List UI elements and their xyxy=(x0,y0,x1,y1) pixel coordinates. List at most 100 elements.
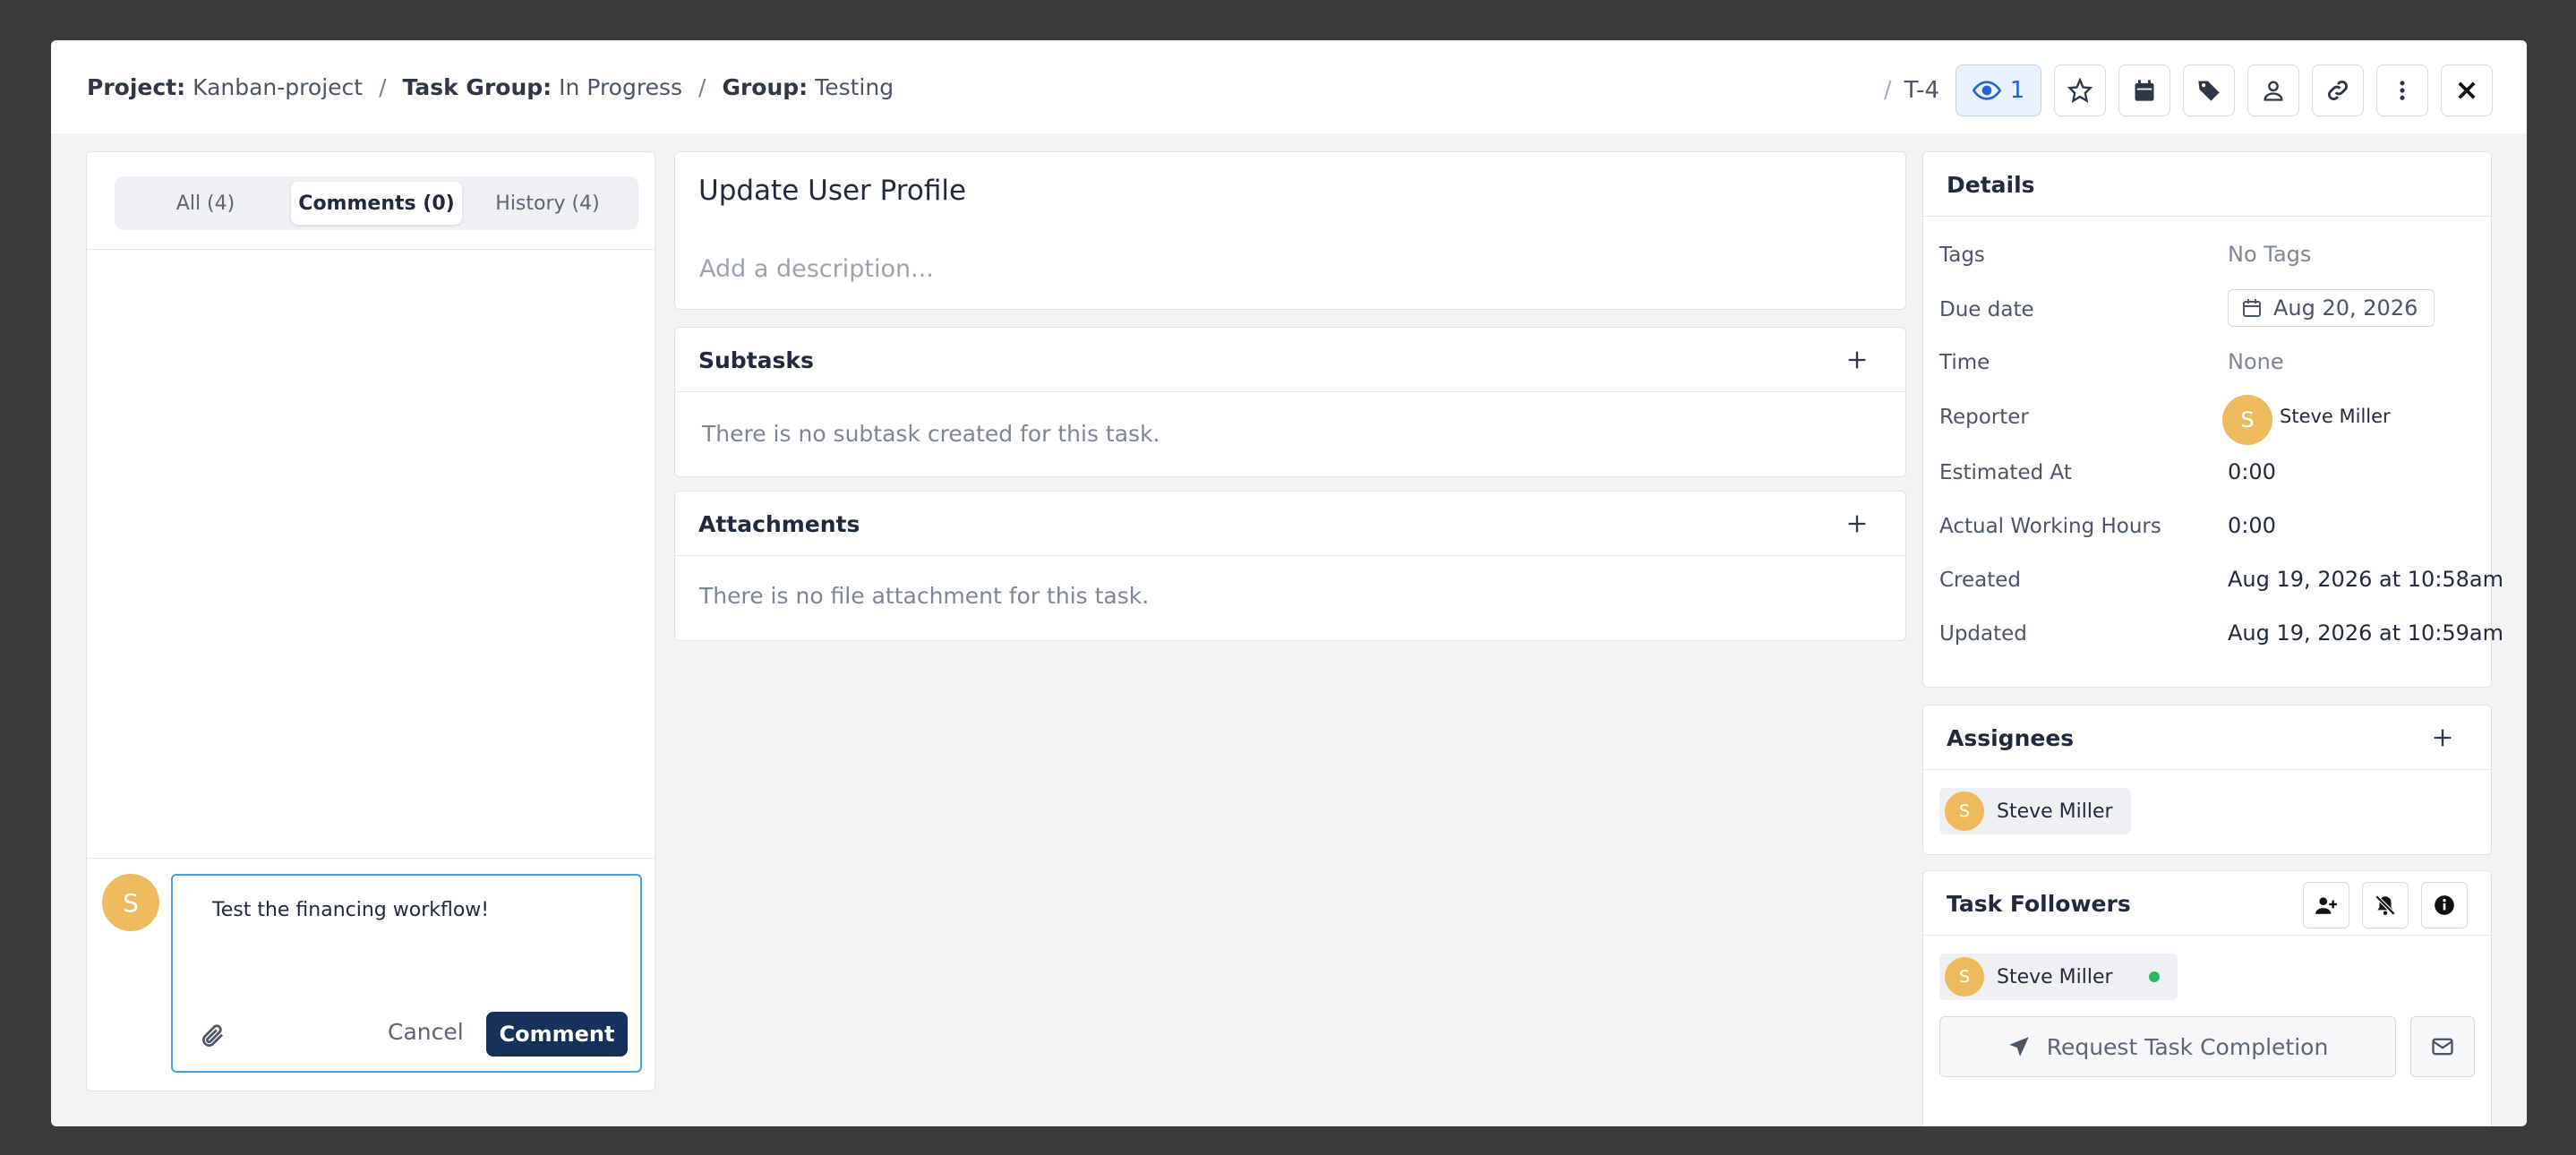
assignee-chip[interactable]: S Steve Miller xyxy=(1939,788,2131,834)
attachments-card: Attachments There is no file attachment … xyxy=(674,491,1906,641)
mute-notifications-button[interactable] xyxy=(2362,882,2409,928)
comment-text[interactable]: Test the financing workflow! xyxy=(212,899,489,921)
copy-link-button[interactable] xyxy=(2312,64,2364,116)
details-title: Details xyxy=(1947,172,2035,198)
comment-input[interactable]: Test the financing workflow! Cancel Comm… xyxy=(171,874,642,1073)
comment-button[interactable]: Comment xyxy=(486,1012,628,1057)
assignee-name: Steve Miller xyxy=(1997,800,2113,823)
modal-header: Project: Kanban-project / Task Group: In… xyxy=(51,40,2527,133)
detail-row-tags: Tags No Tags xyxy=(1939,238,2477,274)
created-label: Created xyxy=(1939,569,2022,592)
actual-hours-value[interactable]: 0:00 xyxy=(2228,513,2276,538)
followers-info-button[interactable] xyxy=(2421,882,2468,928)
group-label: Group: xyxy=(722,74,809,100)
actual-hours-label: Actual Working Hours xyxy=(1939,515,2161,538)
close-modal-button[interactable] xyxy=(2441,64,2493,116)
project-link[interactable]: Kanban-project xyxy=(193,74,363,100)
followers-title: Task Followers xyxy=(1947,891,2131,917)
task-group-label: Task Group: xyxy=(402,74,552,100)
assignees-title: Assignees xyxy=(1947,725,2075,751)
info-icon xyxy=(2435,895,2454,915)
task-group-link[interactable]: In Progress xyxy=(559,74,682,100)
watch-count: 1 xyxy=(2009,77,2025,104)
avatar: S xyxy=(102,874,159,931)
due-date-button[interactable] xyxy=(2118,64,2170,116)
task-title-card: Update User Profile Add a description... xyxy=(674,151,1906,310)
followers-header: Task Followers xyxy=(1923,871,2491,936)
cancel-button[interactable]: Cancel xyxy=(388,1019,464,1045)
detail-row-due-date: Due date Aug 20, 2026 xyxy=(1939,289,2477,329)
due-date-label: Due date xyxy=(1939,298,2034,321)
calendar-icon xyxy=(2243,299,2261,317)
activity-panel: All (4) Comments (0) History (4) S Test … xyxy=(86,151,655,1091)
more-vertical-icon xyxy=(2400,81,2405,100)
user-plus-icon xyxy=(2315,897,2337,914)
subtasks-empty-message: There is no subtask created for this tas… xyxy=(702,421,1160,447)
details-card: Details Tags No Tags Due date Aug 20, 20… xyxy=(1922,151,2503,688)
more-options-button[interactable] xyxy=(2376,64,2428,116)
detail-row-estimated: Estimated At 0:00 xyxy=(1939,456,2477,492)
header-actions: / T-4 1 xyxy=(1884,64,2493,116)
time-value[interactable]: None xyxy=(2228,349,2284,374)
task-title[interactable]: Update User Profile xyxy=(698,175,966,207)
breadcrumb-separator: / xyxy=(698,74,706,100)
online-status-indicator xyxy=(2148,971,2160,982)
due-date-picker[interactable]: Aug 20, 2026 xyxy=(2228,289,2435,327)
plus-icon[interactable] xyxy=(1844,511,1870,536)
attachments-header: Attachments xyxy=(675,492,1905,556)
plus-icon[interactable] xyxy=(2430,725,2455,750)
tag-icon xyxy=(2198,81,2220,101)
divider xyxy=(87,858,655,859)
subtasks-title: Subtasks xyxy=(698,347,814,373)
request-task-completion-label: Request Task Completion xyxy=(2046,1033,2329,1060)
divider xyxy=(87,249,655,250)
time-label: Time xyxy=(1939,351,1990,374)
avatar: S xyxy=(1945,791,1984,831)
tags-value[interactable]: No Tags xyxy=(2228,242,2311,267)
close-icon xyxy=(2458,81,2476,99)
link-icon xyxy=(2328,81,2348,100)
description-input[interactable]: Add a description... xyxy=(699,255,934,283)
created-value: Aug 19, 2026 at 10:58am xyxy=(2228,567,2503,592)
add-follower-button[interactable] xyxy=(2303,882,2349,928)
reporter-label: Reporter xyxy=(1939,406,2029,429)
followers-actions xyxy=(2303,882,2468,928)
project-label: Project: xyxy=(87,74,186,100)
task-followers-card: Task Followers S Steve Miller Request Ta… xyxy=(1922,870,2492,1126)
breadcrumb-separator: / xyxy=(379,74,387,100)
tab-all[interactable]: All (4) xyxy=(120,182,291,225)
attachments-title: Attachments xyxy=(698,511,860,537)
detail-row-updated: Updated Aug 19, 2026 at 10:59am xyxy=(1939,617,2503,653)
tab-history[interactable]: History (4) xyxy=(462,182,633,225)
due-date-value: Aug 20, 2026 xyxy=(2273,295,2418,321)
task-modal: Project: Kanban-project / Task Group: In… xyxy=(51,40,2527,1126)
bell-off-icon xyxy=(2375,894,2396,916)
updated-label: Updated xyxy=(1939,622,2027,646)
follower-chip[interactable]: S Steve Miller xyxy=(1939,954,2178,1000)
tab-comments[interactable]: Comments (0) xyxy=(291,182,462,225)
assign-user-button[interactable] xyxy=(2247,64,2299,116)
estimated-value[interactable]: 0:00 xyxy=(2228,459,2276,484)
request-task-completion-button[interactable]: Request Task Completion xyxy=(1939,1016,2396,1077)
detail-row-actual-hours: Actual Working Hours 0:00 xyxy=(1939,509,2477,545)
user-icon xyxy=(2264,81,2283,101)
detail-row-reporter: Reporter S Steve Miller xyxy=(1939,395,2477,445)
task-id: / T-4 xyxy=(1883,77,1939,104)
paperclip-icon[interactable] xyxy=(200,1022,227,1049)
eye-icon xyxy=(1972,81,2001,100)
favorite-button[interactable] xyxy=(2054,64,2106,116)
watch-button[interactable]: 1 xyxy=(1956,64,2041,116)
star-icon xyxy=(2067,78,2092,103)
detail-row-created: Created Aug 19, 2026 at 10:58am xyxy=(1939,563,2503,599)
avatar: S xyxy=(1945,957,1984,997)
tag-button[interactable] xyxy=(2183,64,2235,116)
send-icon xyxy=(2008,1037,2029,1057)
plus-icon[interactable] xyxy=(1844,347,1870,372)
follower-name: Steve Miller xyxy=(1997,965,2113,988)
assignees-card: Assignees S Steve Miller xyxy=(1922,705,2492,855)
avatar: S xyxy=(2222,395,2272,445)
attachments-empty-message: There is no file attachment for this tas… xyxy=(699,583,1150,609)
breadcrumb: Project: Kanban-project / Task Group: In… xyxy=(87,74,894,100)
email-button[interactable] xyxy=(2410,1016,2475,1077)
group-link[interactable]: Testing xyxy=(815,74,894,100)
